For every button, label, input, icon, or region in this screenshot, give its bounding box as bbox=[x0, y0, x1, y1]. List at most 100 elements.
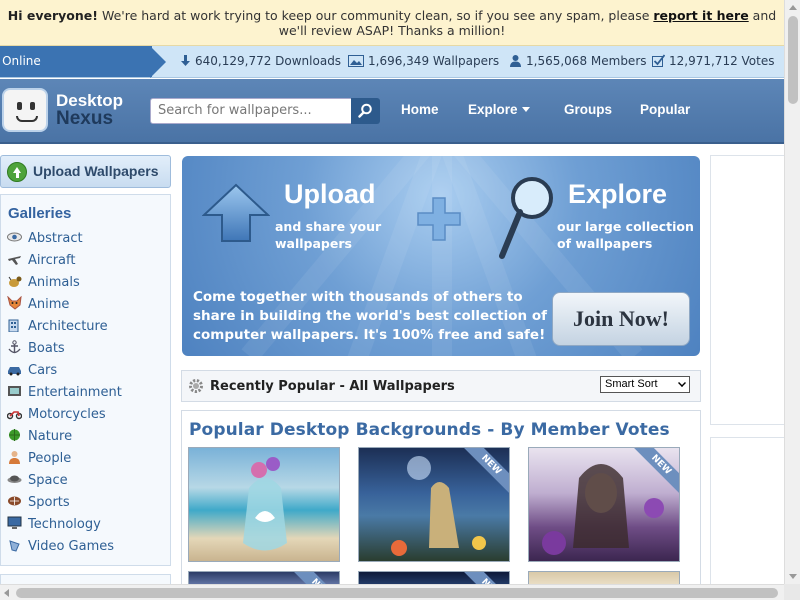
report-spam-link[interactable]: report it here bbox=[653, 8, 748, 23]
gear-icon bbox=[189, 379, 203, 393]
sidebar-next-panel bbox=[0, 574, 171, 584]
gallery-item-label: Entertainment bbox=[28, 385, 122, 400]
join-now-button[interactable]: Join Now! bbox=[552, 292, 690, 346]
votes-stat: 12,971,712 Votes bbox=[652, 46, 774, 77]
wallpaper-thumbnail[interactable]: NEW bbox=[528, 447, 680, 562]
announcement-greeting: Hi everyone! bbox=[7, 8, 98, 23]
wallpaper-thumbnail[interactable]: NEW bbox=[358, 447, 510, 562]
gallery-item-label: Cars bbox=[28, 363, 58, 378]
gallery-item-label: Anime bbox=[28, 297, 70, 312]
motorcycle-icon bbox=[6, 406, 23, 420]
gallery-item-abstract[interactable]: Abstract bbox=[7, 229, 83, 249]
fox-icon bbox=[7, 295, 22, 310]
right-sidebar-panel bbox=[710, 155, 784, 425]
eye-icon bbox=[7, 230, 22, 244]
scrollbar-corner bbox=[784, 584, 800, 600]
recently-popular-bar: Recently Popular - All Wallpapers Smart … bbox=[181, 370, 701, 402]
gallery-item-label: Boats bbox=[28, 341, 65, 356]
gallery-item-entertainment[interactable]: Entertainment bbox=[7, 383, 122, 403]
plus-icon bbox=[417, 197, 461, 241]
gallery-item-sports[interactable]: Sports bbox=[7, 493, 70, 513]
gallery-item-label: Aircraft bbox=[28, 253, 76, 268]
gallery-item-people[interactable]: People bbox=[7, 449, 71, 469]
vote-check-icon bbox=[652, 54, 666, 67]
nav-popular[interactable]: Popular bbox=[640, 102, 690, 117]
person-icon bbox=[7, 450, 22, 464]
gallery-item-label: Motorcycles bbox=[28, 407, 106, 422]
magnifier-icon bbox=[499, 177, 553, 259]
gallery-item-label: Nature bbox=[28, 429, 73, 444]
gallery-item-motorcycles[interactable]: Motorcycles bbox=[6, 405, 106, 425]
gallery-item-label: People bbox=[28, 451, 72, 466]
gamepad-icon bbox=[7, 538, 22, 552]
chevron-down-icon bbox=[521, 107, 530, 112]
gallery-item-label: Architecture bbox=[28, 319, 108, 334]
search-icon bbox=[358, 103, 372, 118]
banner-upload-subtitle: and share your wallpapers bbox=[275, 219, 382, 251]
horizontal-scrollbar[interactable] bbox=[0, 584, 784, 600]
scroll-up-icon[interactable] bbox=[789, 5, 797, 10]
gallery-item-architecture[interactable]: Architecture bbox=[7, 317, 108, 337]
logo-text-line2: Nexus bbox=[56, 108, 114, 129]
announcement-bar: Hi everyone! We're hard at work trying t… bbox=[0, 0, 784, 46]
site-logo[interactable]: Desktop Nexus bbox=[2, 86, 142, 136]
member-icon bbox=[510, 55, 521, 67]
online-count[interactable]: s Online bbox=[0, 46, 152, 77]
wallpaper-thumbnail[interactable] bbox=[188, 447, 340, 562]
upload-arrow-icon bbox=[7, 162, 27, 182]
image-icon bbox=[348, 55, 364, 67]
banner-explore-subtitle: our large collection of wallpapers bbox=[557, 219, 694, 251]
nav-home[interactable]: Home bbox=[401, 102, 439, 117]
gallery-item-technology[interactable]: Technology bbox=[7, 515, 101, 535]
gallery-item-animals[interactable]: Animals bbox=[7, 273, 80, 293]
gallery-item-label: Sports bbox=[28, 495, 70, 510]
nav-groups[interactable]: Groups bbox=[564, 102, 612, 117]
banner-explore-title: Explore bbox=[568, 179, 668, 209]
popular-backgrounds-title: Popular Desktop Backgrounds - By Member … bbox=[189, 420, 670, 440]
film-icon bbox=[7, 384, 22, 398]
stats-bar: s Online 640,129,772 Downloads 1,696,349… bbox=[0, 46, 784, 78]
ball-icon bbox=[7, 494, 22, 508]
gallery-item-video-games[interactable]: Video Games bbox=[7, 537, 114, 557]
right-sidebar-panel-2 bbox=[710, 437, 784, 587]
car-icon bbox=[7, 362, 22, 376]
announcement-text: We're hard at work trying to keep our co… bbox=[97, 8, 654, 23]
sort-select[interactable]: Smart Sort bbox=[600, 376, 690, 393]
planet-icon bbox=[7, 472, 22, 486]
gallery-item-label: Video Games bbox=[28, 539, 115, 554]
vertical-scrollbar[interactable] bbox=[784, 0, 800, 584]
recently-popular-title: Recently Popular - All Wallpapers bbox=[210, 379, 455, 394]
search-input[interactable]: Search for wallpapers... bbox=[150, 98, 352, 124]
gallery-item-space[interactable]: Space bbox=[7, 471, 68, 491]
nav-explore[interactable]: Explore bbox=[468, 102, 530, 117]
gallery-item-label: Animals bbox=[28, 275, 80, 290]
gallery-item-label: Abstract bbox=[28, 231, 83, 246]
galleries-panel: Galleries Abstract Aircraft Animals Anime Ar… bbox=[0, 194, 171, 566]
anchor-icon bbox=[7, 340, 22, 354]
downloads-stat: 640,129,772 Downloads bbox=[180, 46, 341, 77]
join-banner[interactable]: Upload and share your wallpapers Explore… bbox=[182, 156, 700, 356]
leaf-icon bbox=[7, 428, 22, 442]
galleries-title: Galleries bbox=[8, 205, 72, 222]
gallery-item-label: Space bbox=[28, 473, 68, 488]
gallery-item-boats[interactable]: Boats bbox=[7, 339, 65, 359]
gallery-item-anime[interactable]: Anime bbox=[7, 295, 69, 315]
banner-body-text: Come together with thousands of others t… bbox=[193, 289, 547, 343]
gallery-item-nature[interactable]: Nature bbox=[7, 427, 72, 447]
members-stat: 1,565,068 Members bbox=[509, 46, 647, 77]
gallery-item-aircraft[interactable]: Aircraft bbox=[7, 251, 75, 271]
wallpapers-stat: 1,696,349 Wallpapers bbox=[348, 46, 499, 77]
chevron-down-icon bbox=[678, 379, 686, 387]
airplane-icon bbox=[7, 252, 22, 266]
upload-wallpapers-button[interactable]: Upload Wallpapers bbox=[0, 155, 171, 188]
banner-upload-title: Upload bbox=[284, 179, 376, 209]
upload-arrow-icon bbox=[202, 183, 270, 242]
site-header: Desktop Nexus Search for wallpapers... H… bbox=[0, 79, 784, 144]
computer-icon bbox=[7, 516, 22, 530]
gallery-item-label: Technology bbox=[28, 517, 101, 532]
gallery-item-cars[interactable]: Cars bbox=[7, 361, 57, 381]
scroll-down-icon[interactable] bbox=[789, 574, 797, 579]
scroll-left-icon[interactable] bbox=[4, 589, 9, 597]
download-icon bbox=[181, 55, 190, 66]
search-button[interactable] bbox=[351, 98, 380, 124]
